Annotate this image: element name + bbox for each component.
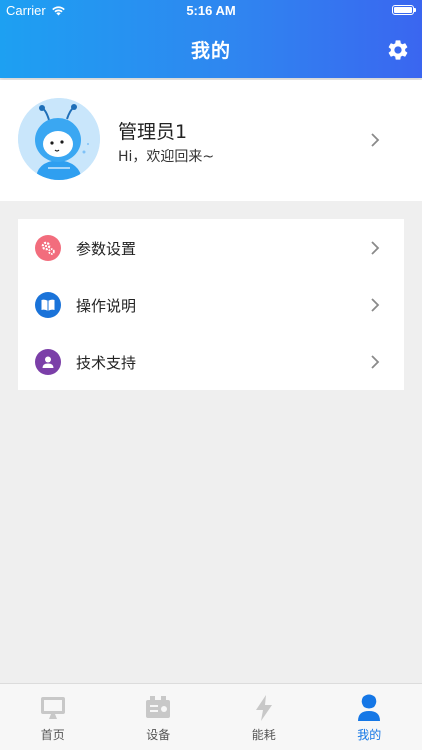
tab-bar: 首页 设备 能耗 我的 <box>0 683 422 750</box>
gear-icon <box>388 40 408 60</box>
device-icon <box>146 696 171 718</box>
battery-icon <box>392 5 416 15</box>
person-icon <box>358 694 381 721</box>
book-icon <box>35 292 61 318</box>
tab-label: 设备 <box>146 728 171 742</box>
tab-label: 首页 <box>40 728 65 742</box>
settings-menu: 参数设置 操作说明 技术支持 <box>18 219 404 390</box>
tab-energy[interactable]: 能耗 <box>211 684 317 750</box>
menu-item-label: 技术支持 <box>76 354 137 372</box>
user-icon <box>35 349 61 375</box>
menu-item-label: 操作说明 <box>76 297 137 315</box>
tab-devices[interactable]: 设备 <box>106 684 212 750</box>
menu-item-technical-support[interactable]: 技术支持 <box>18 333 404 390</box>
header: Carrier 5:16 AM 我的 <box>0 0 422 78</box>
cartoon-avatar-icon <box>18 98 100 180</box>
chevron-right-icon <box>371 355 380 369</box>
battery-level <box>394 7 412 13</box>
menu-item-label: 参数设置 <box>76 240 137 258</box>
avatar <box>18 98 100 180</box>
status-bar: Carrier 5:16 AM <box>0 0 422 22</box>
chevron-right-icon <box>371 298 380 312</box>
chevron-right-icon <box>371 133 380 147</box>
menu-item-parameter-settings[interactable]: 参数设置 <box>18 219 404 276</box>
menu-item-operation-guide[interactable]: 操作说明 <box>18 276 404 333</box>
page-title: 我的 <box>190 40 231 62</box>
tab-label: 能耗 <box>251 728 276 742</box>
lightning-icon <box>255 695 272 721</box>
profile-card[interactable]: 管理员1 Hi，欢迎回来~ <box>0 80 422 201</box>
tab-label: 我的 <box>357 728 382 742</box>
clock: 5:16 AM <box>186 3 236 18</box>
settings-button[interactable] <box>386 38 410 62</box>
user-name: 管理员1 <box>118 121 188 143</box>
gears-icon <box>35 235 61 261</box>
monitor-icon <box>40 697 65 719</box>
user-greeting: Hi，欢迎回来~ <box>118 149 215 165</box>
tab-mine[interactable]: 我的 <box>317 684 422 750</box>
chevron-right-icon <box>371 241 380 255</box>
tab-home[interactable]: 首页 <box>0 684 106 750</box>
